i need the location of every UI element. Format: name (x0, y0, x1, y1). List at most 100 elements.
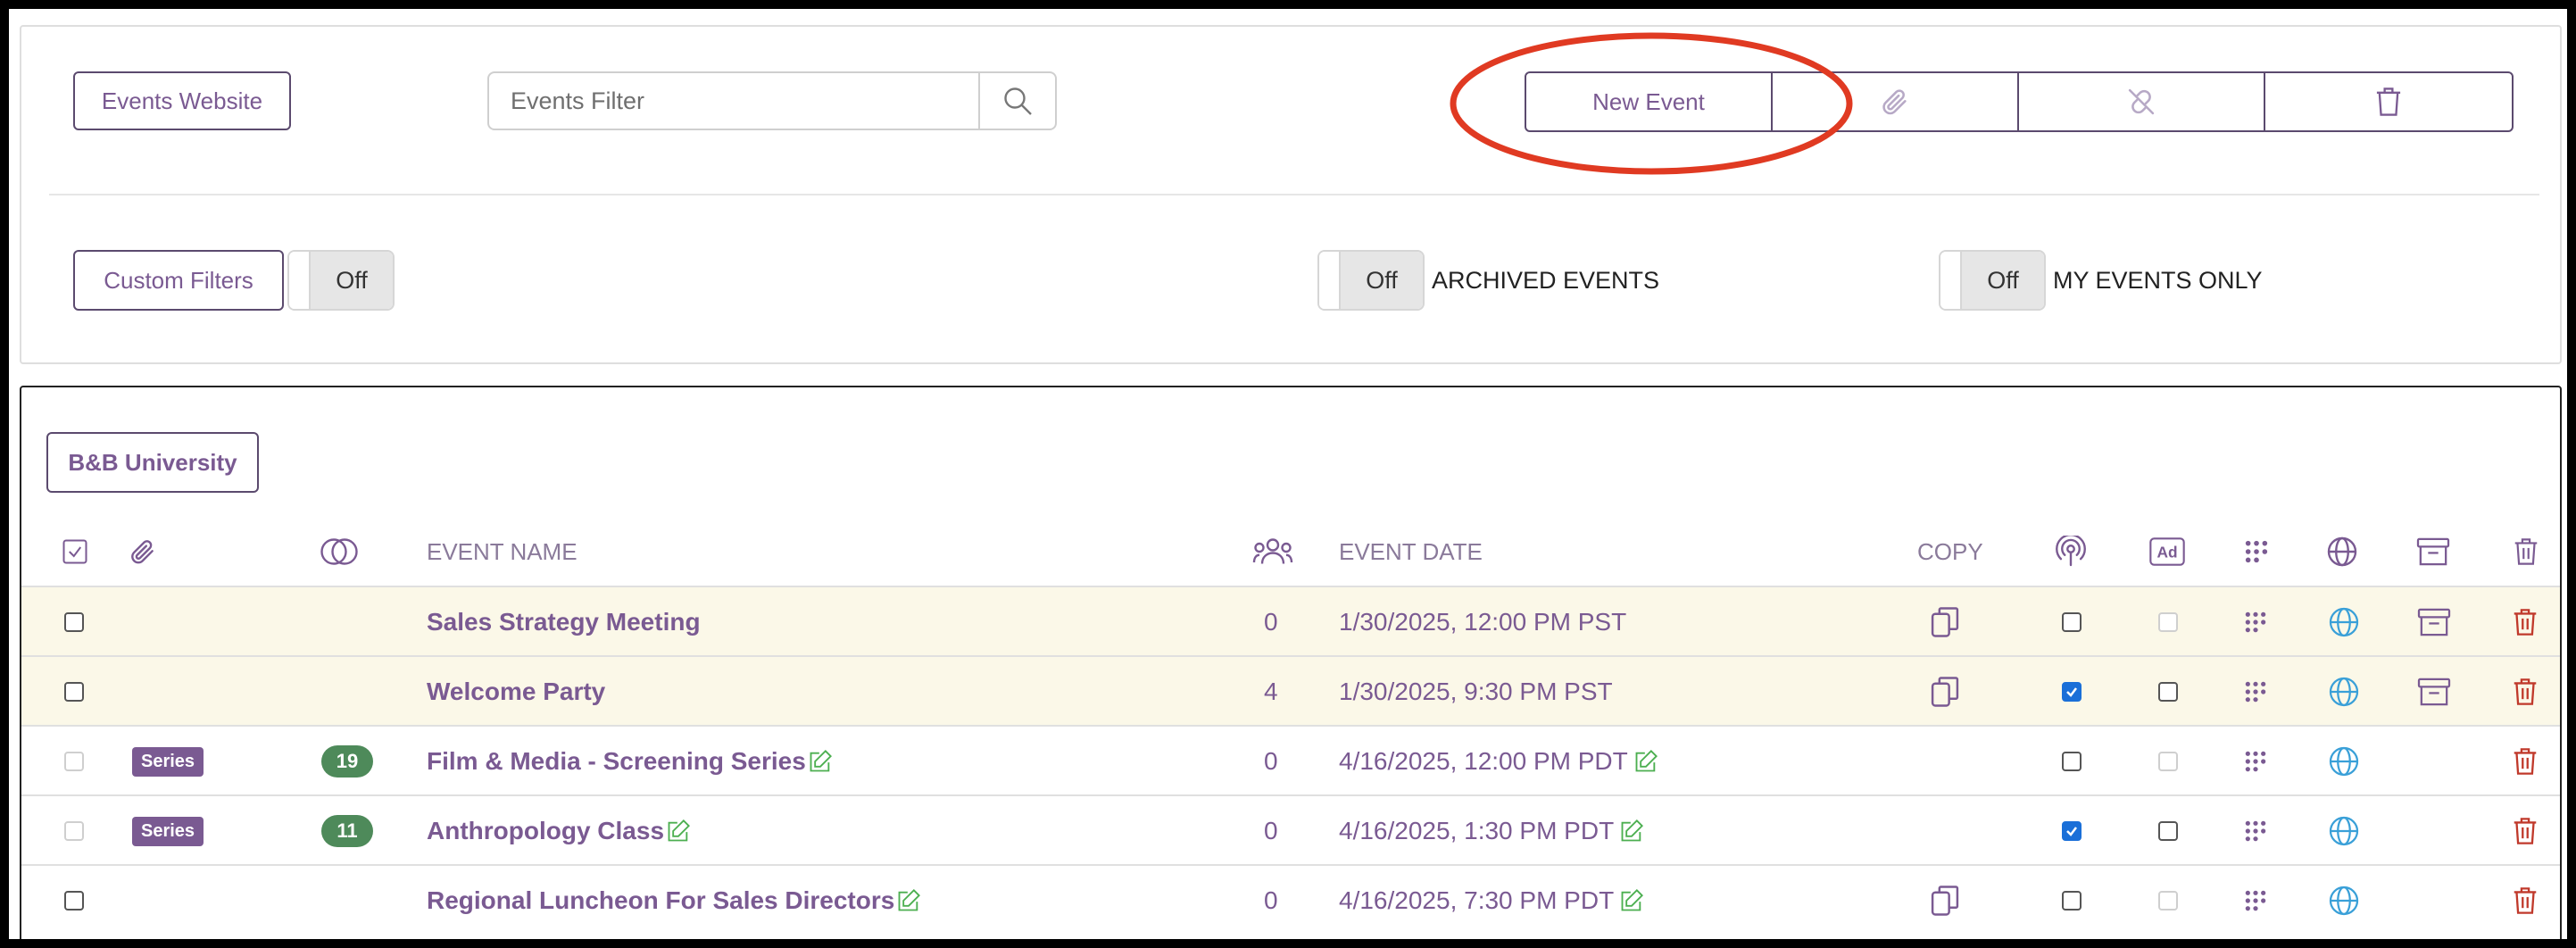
event-name-header[interactable]: EVENT NAME (427, 518, 578, 586)
events-filter-input[interactable]: Events Filter (487, 71, 989, 130)
event-website-button[interactable] (2328, 866, 2360, 936)
podcast-checkbox[interactable] (2062, 752, 2082, 771)
delete-event-button[interactable] (2512, 587, 2539, 657)
my-events-only-toggle[interactable]: Off (1939, 250, 2046, 311)
app-frame: Events Website Events Filter New Event C… (9, 9, 2567, 939)
globe-icon (2329, 816, 2359, 846)
podcast-checkbox[interactable] (2062, 821, 2082, 841)
row-select-checkbox[interactable] (64, 682, 84, 702)
row-select-checkbox[interactable] (64, 612, 84, 632)
copy-event-button[interactable] (1930, 657, 1960, 727)
delete-selected-button[interactable] (2264, 71, 2514, 132)
archived-events-toggle[interactable]: Off (1317, 250, 1425, 311)
event-website-button[interactable] (2328, 657, 2360, 727)
group-tab-bb-university[interactable]: B&B University (46, 432, 259, 493)
website-column-icon (2324, 534, 2360, 570)
unlink-button[interactable] (2017, 71, 2265, 132)
series-count-pill: 19 (321, 745, 373, 778)
event-website-button[interactable] (2328, 587, 2360, 657)
ad-column-icon: Ad (2148, 534, 2187, 570)
event-grid-button[interactable] (2244, 796, 2267, 866)
attachments-column-icon (127, 536, 159, 568)
ad-checkbox (2158, 612, 2178, 632)
event-name-link[interactable]: Sales Strategy Meeting (427, 587, 701, 657)
globe-icon (2329, 746, 2359, 777)
series-badge: Series (132, 746, 204, 777)
delete-event-button[interactable] (2512, 657, 2539, 727)
globe-icon (2327, 536, 2357, 567)
archive-event-button[interactable] (2417, 657, 2451, 727)
delete-event-button[interactable] (2512, 866, 2539, 936)
toggle-knob (289, 252, 311, 309)
my-events-only-label: MY EVENTS ONLY (2053, 266, 2263, 294)
delete-event-button[interactable] (2512, 727, 2539, 796)
row-select-checkbox (64, 821, 84, 841)
podcast-checkbox[interactable] (2062, 612, 2082, 632)
edit-icon[interactable] (666, 819, 691, 844)
attendee-count: 0 (1264, 608, 1278, 636)
dots-grid-icon (2245, 751, 2266, 772)
edit-icon[interactable] (808, 749, 833, 774)
delete-column-icon (2508, 534, 2544, 570)
attendee-count: 0 (1264, 747, 1278, 775)
events-website-button[interactable]: Events Website (73, 71, 291, 130)
unlink-icon (2128, 88, 2155, 115)
event-name-text: Regional Luncheon For Sales Directors (427, 886, 895, 914)
copy-icon (1931, 886, 1959, 916)
event-website-button[interactable] (2328, 727, 2360, 796)
podcast-checkbox[interactable] (2062, 891, 2082, 911)
ad-checkbox[interactable] (2158, 821, 2178, 841)
event-date-text: 4/16/2025, 1:30 PM PDT (1339, 817, 1615, 844)
paperclip-icon (131, 540, 154, 564)
event-name-link[interactable]: Welcome Party (427, 657, 605, 727)
globe-icon (2329, 677, 2359, 707)
people-icon (1252, 538, 1293, 564)
svg-text:Ad: Ad (2156, 544, 2177, 561)
copy-event-button[interactable] (1930, 587, 1960, 657)
attendee-count: 0 (1264, 817, 1278, 844)
toggle-knob (1319, 252, 1341, 309)
event-name-link[interactable]: Film & Media - Screening Series (427, 727, 833, 796)
trash-icon (2514, 887, 2537, 914)
search-button[interactable] (978, 71, 1057, 130)
edit-icon[interactable] (896, 888, 921, 913)
broadcast-icon (2056, 536, 2086, 567)
edit-icon[interactable] (1633, 749, 1658, 774)
copy-header: COPY (1917, 537, 1983, 565)
select-all-checkbox[interactable] (61, 537, 89, 566)
toggle-state: Off (1962, 252, 2044, 309)
podcast-checkbox[interactable] (2062, 682, 2082, 702)
custom-filters-toggle[interactable]: Off (287, 250, 395, 311)
event-name-link[interactable]: Anthropology Class (427, 796, 691, 866)
dots-grid-icon (2245, 540, 2268, 563)
event-grid-button[interactable] (2244, 657, 2267, 727)
event-grid-button[interactable] (2244, 587, 2267, 657)
attendee-count: 0 (1264, 886, 1278, 914)
row-select-checkbox[interactable] (64, 891, 84, 911)
event-website-button[interactable] (2328, 796, 2360, 866)
event-date: 1/30/2025, 9:30 PM PST (1339, 678, 1613, 705)
copy-icon (1931, 607, 1959, 637)
event-grid-button[interactable] (2244, 727, 2267, 796)
grid-column-icon (2239, 534, 2274, 570)
event-date-header[interactable]: EVENT DATE (1339, 518, 1483, 586)
check-square-icon (62, 539, 87, 564)
archive-icon (2417, 678, 2451, 706)
overlap-column-icon (316, 534, 362, 570)
search-icon (1004, 87, 1032, 115)
custom-filters-button[interactable]: Custom Filters (73, 250, 284, 311)
delete-event-button[interactable] (2512, 796, 2539, 866)
highlight-ellipse-annotation (1450, 32, 1853, 175)
edit-icon[interactable] (1619, 888, 1644, 913)
dots-grid-icon (2245, 681, 2266, 703)
event-grid-button[interactable] (2244, 866, 2267, 936)
copy-event-button[interactable] (1930, 866, 1960, 936)
event-name-link[interactable]: Regional Luncheon For Sales Directors (427, 866, 921, 936)
ad-checkbox[interactable] (2158, 682, 2178, 702)
trash-icon (2514, 748, 2537, 775)
series-badge: Series (132, 816, 204, 846)
trash-icon (2376, 87, 2401, 116)
event-date: 1/30/2025, 12:00 PM PST (1339, 608, 1627, 636)
edit-icon[interactable] (1619, 819, 1644, 844)
archive-event-button[interactable] (2417, 587, 2451, 657)
